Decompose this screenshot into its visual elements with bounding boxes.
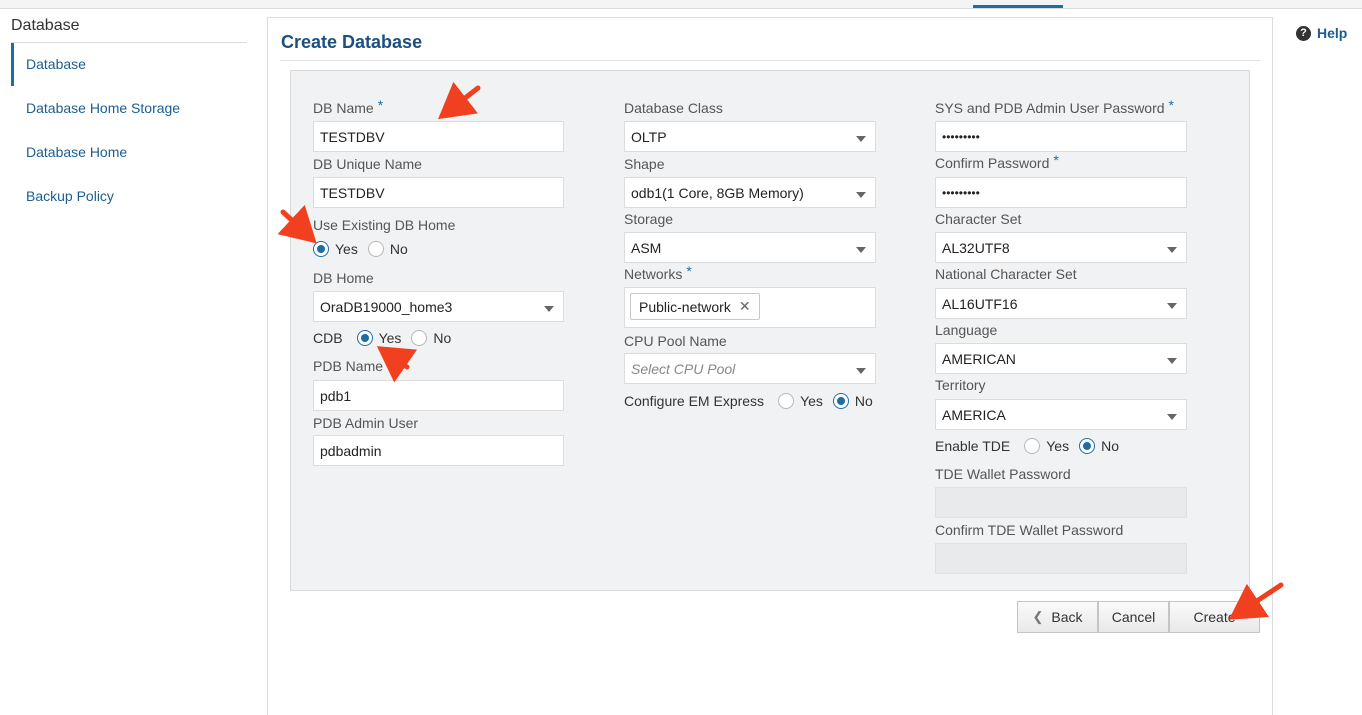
- networks-label: Networks *: [624, 263, 692, 282]
- db-name-input[interactable]: TESTDBV: [313, 121, 564, 152]
- radio-selected-icon[interactable]: [313, 241, 329, 257]
- use-existing-db-home-radio-group: Yes No: [313, 241, 418, 257]
- territory-select[interactable]: AMERICA: [935, 399, 1187, 430]
- storage-select[interactable]: ASM: [624, 232, 876, 263]
- cancel-button[interactable]: Cancel: [1098, 601, 1169, 633]
- tde-wallet-password-input[interactable]: [935, 487, 1187, 518]
- db-home-select[interactable]: OraDB19000_home3: [313, 291, 564, 322]
- pdb-name-input[interactable]: pdb1: [313, 380, 564, 411]
- language-select[interactable]: AMERICAN: [935, 343, 1187, 374]
- territory-label: Territory: [935, 377, 986, 393]
- pdb-admin-user-input[interactable]: pdbadmin: [313, 435, 564, 466]
- required-marker: *: [686, 263, 692, 279]
- confirm-password-label: Confirm Password *: [935, 152, 1059, 171]
- help-link[interactable]: ? Help: [1296, 25, 1347, 41]
- sys-password-label: SYS and PDB Admin User Password *: [935, 97, 1174, 116]
- language-label: Language: [935, 322, 998, 338]
- confirm-tde-wallet-password-input[interactable]: [935, 543, 1187, 574]
- radio-selected-icon[interactable]: [356, 330, 373, 346]
- national-character-set-select[interactable]: AL16UTF16: [935, 288, 1187, 319]
- sidebar-divider: [11, 42, 247, 43]
- enable-tde-no-option[interactable]: No: [1079, 438, 1119, 454]
- radio-unselected-icon[interactable]: [778, 393, 795, 409]
- title-divider: [280, 60, 1260, 61]
- close-icon[interactable]: ✕: [739, 298, 751, 315]
- database-class-select[interactable]: OLTP: [624, 121, 876, 152]
- radio-unselected-icon[interactable]: [411, 330, 428, 346]
- use-existing-db-home-label: Use Existing DB Home: [313, 217, 456, 233]
- chevron-left-icon: ❮: [1032, 609, 1044, 624]
- cpu-pool-select[interactable]: Select CPU Pool: [624, 353, 876, 384]
- cdb-no-option[interactable]: No: [411, 330, 451, 346]
- shape-select[interactable]: odb1(1 Core, 8GB Memory): [624, 177, 876, 208]
- db-name-label: DB Name *: [313, 97, 384, 116]
- back-button[interactable]: ❮ Back: [1017, 601, 1098, 633]
- sidebar-active-indicator: [11, 43, 14, 86]
- required-marker: *: [387, 355, 393, 371]
- em-express-yes-option[interactable]: Yes: [778, 393, 823, 409]
- national-character-set-label: National Character Set: [935, 266, 1077, 282]
- required-marker: *: [1168, 97, 1174, 113]
- radio-unselected-icon[interactable]: [367, 241, 384, 257]
- cdb-yes-option[interactable]: Yes: [356, 330, 401, 346]
- sidebar-item-database-home-storage[interactable]: Database Home Storage: [26, 100, 180, 116]
- required-marker: *: [377, 97, 384, 113]
- db-unique-name-label: DB Unique Name: [313, 156, 422, 172]
- radio-selected-icon[interactable]: [1079, 438, 1096, 454]
- use-existing-yes-option[interactable]: Yes: [313, 241, 358, 257]
- enable-tde-yes-option[interactable]: Yes: [1024, 438, 1069, 454]
- em-express-label: Configure EM Express: [624, 393, 765, 409]
- sidebar-item-backup-policy[interactable]: Backup Policy: [26, 188, 114, 204]
- create-button[interactable]: Create: [1169, 601, 1260, 633]
- network-chip: Public-network ✕: [630, 293, 760, 320]
- storage-label: Storage: [624, 211, 674, 227]
- cdb-label: CDB: [313, 330, 343, 346]
- pdb-admin-user-label: PDB Admin User: [313, 415, 419, 431]
- sys-password-input[interactable]: •••••••••: [935, 121, 1187, 152]
- radio-unselected-icon[interactable]: [1024, 438, 1041, 454]
- tde-wallet-password-label: TDE Wallet Password: [935, 466, 1071, 482]
- em-express-radio-group: Configure EM Express Yes No: [624, 393, 883, 409]
- pdb-name-label: PDB Name *: [313, 355, 393, 374]
- sidebar-item-database-home[interactable]: Database Home: [26, 144, 127, 160]
- cdb-radio-group: CDB Yes No: [313, 330, 461, 346]
- db-home-label: DB Home: [313, 270, 374, 286]
- character-set-select[interactable]: AL32UTF8: [935, 232, 1187, 263]
- cpu-pool-label: CPU Pool Name: [624, 333, 727, 349]
- confirm-tde-wallet-password-label: Confirm TDE Wallet Password: [935, 522, 1124, 538]
- db-unique-name-input[interactable]: TESTDBV: [313, 177, 564, 208]
- radio-selected-icon[interactable]: [832, 393, 849, 409]
- question-circle-icon: ?: [1296, 25, 1311, 41]
- enable-tde-radio-group: Enable TDE Yes No: [935, 438, 1129, 454]
- database-class-label: Database Class: [624, 100, 723, 116]
- confirm-password-input[interactable]: •••••••••: [935, 177, 1187, 208]
- sidebar-title: Database: [11, 17, 80, 34]
- help-label: Help: [1317, 25, 1348, 41]
- em-express-no-option[interactable]: No: [832, 393, 873, 409]
- active-tab-indicator: [973, 5, 1063, 8]
- top-navigation-bar: [0, 0, 1362, 9]
- sidebar: Database Database Database Home Storage …: [0, 9, 256, 715]
- shape-label: Shape: [624, 156, 665, 172]
- page-title: Create Database: [281, 32, 423, 52]
- sidebar-item-database[interactable]: Database: [26, 56, 86, 72]
- use-existing-no-option[interactable]: No: [367, 241, 408, 257]
- enable-tde-label: Enable TDE: [935, 438, 1011, 454]
- required-marker: *: [1053, 152, 1059, 168]
- character-set-label: Character Set: [935, 211, 1022, 227]
